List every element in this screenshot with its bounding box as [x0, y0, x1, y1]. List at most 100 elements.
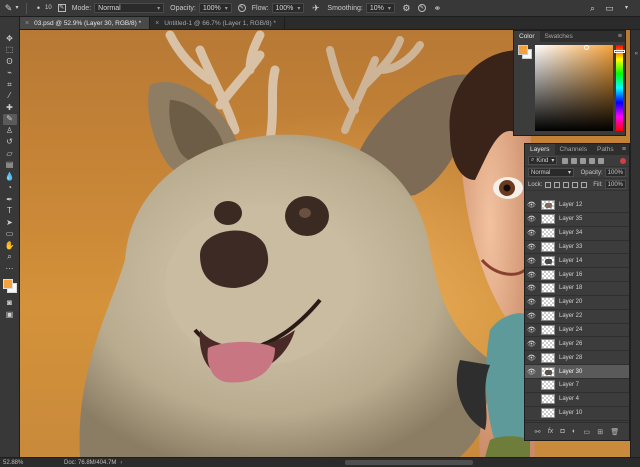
quick-mask-icon[interactable]: ◙	[3, 298, 17, 310]
layer-row[interactable]: 👁 Layer 26	[525, 337, 629, 352]
fx-icon[interactable]: fx	[548, 428, 553, 435]
close-icon[interactable]: ×	[25, 20, 29, 27]
lock-transparency-icon[interactable]	[545, 181, 552, 188]
eraser-icon[interactable]: ▱	[3, 148, 17, 160]
type-icon[interactable]: T	[3, 206, 17, 218]
visibility-eye-icon[interactable]: 👁	[525, 340, 538, 348]
more-tools-icon[interactable]: ⋯	[3, 263, 17, 275]
smoothing-input[interactable]: 10% ▾	[365, 3, 395, 13]
visibility-eye-icon[interactable]: 👁	[525, 284, 538, 292]
trash-icon[interactable]: 🗑	[610, 428, 619, 436]
hue-slider-handle[interactable]	[614, 50, 625, 53]
visibility-eye-icon[interactable]: 👁	[525, 354, 538, 362]
shape-filter-icon[interactable]	[589, 157, 596, 164]
fill-input[interactable]: 100%	[604, 180, 626, 189]
marquee-icon[interactable]: ⬚	[3, 45, 17, 57]
dodge-icon[interactable]: ◔	[3, 183, 17, 195]
zoom-icon[interactable]: ⌕	[3, 252, 17, 264]
color-swatches[interactable]	[2, 278, 18, 294]
tab-color[interactable]: Color	[514, 31, 540, 42]
symmetry-button[interactable]: ⚭	[429, 0, 446, 17]
horizontal-scrollbar[interactable]	[345, 460, 473, 465]
screen-mode-icon[interactable]: ▣	[3, 309, 17, 321]
layer-row[interactable]: 👁 Layer 28	[525, 351, 629, 366]
collapse-panels-icon[interactable]: «	[635, 51, 638, 57]
workspace-icon[interactable]: ▭	[604, 3, 615, 14]
color-cursor[interactable]	[584, 45, 589, 50]
tab-paths[interactable]: Paths	[592, 144, 619, 155]
layer-row[interactable]: 👁 Layer 18	[525, 282, 629, 296]
eyedropper-icon[interactable]: ⁄	[3, 91, 17, 103]
tab-layers[interactable]: Layers	[525, 144, 555, 155]
lock-all-icon[interactable]	[581, 181, 588, 188]
panel-menu-icon[interactable]: ≡	[622, 144, 629, 155]
adjustment-filter-icon[interactable]	[571, 157, 578, 164]
pen-icon[interactable]: ✒	[3, 194, 17, 206]
picker-foreground-swatch[interactable]	[518, 45, 528, 55]
lock-position-icon[interactable]	[563, 181, 570, 188]
pressure-opacity-toggle[interactable]: ✎	[235, 0, 249, 17]
visibility-eye-icon[interactable]: 👁	[525, 257, 538, 265]
brush-icon[interactable]: ✎	[2, 113, 17, 125]
mode-dropdown[interactable]: Normal ▾	[94, 3, 165, 13]
pixel-filter-icon[interactable]	[562, 157, 569, 164]
chevron-right-icon[interactable]: ›	[120, 460, 122, 466]
tab-03-psd[interactable]: × 03.psd @ 52.9% (Layer 30, RGB/8) *	[20, 17, 151, 29]
type-filter-icon[interactable]	[580, 157, 587, 164]
healing-icon[interactable]: ✚	[3, 102, 17, 114]
filter-kind-dropdown[interactable]: ⌕ Kind ▾	[528, 156, 558, 165]
layer-row[interactable]: 👁 Layer 14	[525, 254, 629, 269]
quick-select-icon[interactable]: ⌁	[3, 68, 17, 80]
saturation-value-field[interactable]	[535, 45, 613, 131]
lasso-icon[interactable]: ʘ	[3, 56, 17, 68]
move-icon[interactable]: ✥	[3, 33, 17, 45]
search-icon[interactable]: ⌕	[587, 3, 598, 14]
tab-channels[interactable]: Channels	[555, 144, 592, 155]
stamp-icon[interactable]: ♙	[3, 125, 17, 137]
visibility-eye-icon[interactable]: 👁	[525, 201, 538, 209]
layer-row[interactable]: Layer 7	[525, 379, 629, 393]
layer-opacity-input[interactable]: 100%	[604, 168, 626, 177]
layer-row[interactable]: 👁 Layer 24	[525, 324, 629, 338]
layer-row[interactable]: 👁 Layer 33	[525, 241, 629, 255]
link-layers-icon[interactable]: ⚯	[535, 428, 541, 436]
lock-pixels-icon[interactable]	[554, 181, 561, 188]
tab-untitled-1[interactable]: × Untitled-1 @ 66.7% (Layer 1, RGB/8) *	[150, 17, 285, 29]
visibility-eye-icon[interactable]: 👁	[525, 243, 538, 251]
layer-row[interactable]: 👁 Layer 12	[525, 199, 629, 213]
new-layer-icon[interactable]: ⊞	[597, 428, 603, 436]
blend-mode-dropdown[interactable]: Normal ▾	[528, 168, 574, 177]
layer-row[interactable]: Layer 10	[525, 407, 629, 421]
visibility-eye-icon[interactable]: 👁	[525, 298, 538, 306]
smoothing-options-button[interactable]: ⚙	[398, 0, 415, 17]
layer-row[interactable]: 👁 Layer 20	[525, 296, 629, 310]
layer-row[interactable]: 👁 Layer 35	[525, 213, 629, 227]
new-group-icon[interactable]: ▭	[583, 428, 590, 436]
visibility-eye-icon[interactable]: 👁	[525, 215, 538, 223]
visibility-eye-icon[interactable]: 👁	[525, 368, 538, 376]
lock-artboard-icon[interactable]	[572, 181, 579, 188]
history-brush-icon[interactable]: ↺	[3, 137, 17, 149]
smart-object-filter-icon[interactable]	[598, 157, 605, 164]
visibility-eye-icon[interactable]: 👁	[525, 326, 538, 334]
hue-slider[interactable]	[616, 45, 623, 131]
airbrush-toggle[interactable]: ✈	[307, 0, 324, 17]
hand-icon[interactable]: ✋	[3, 240, 17, 252]
shape-icon[interactable]: ▭	[3, 229, 17, 241]
visibility-eye-icon[interactable]: 👁	[525, 271, 538, 279]
opacity-input[interactable]: 100% ▾	[198, 3, 232, 13]
visibility-eye-icon[interactable]: 👁	[525, 312, 538, 320]
flow-input[interactable]: 100% ▾	[271, 3, 305, 13]
layer-row-selected[interactable]: 👁 Layer 30	[525, 365, 629, 379]
gradient-icon[interactable]: ▤	[3, 160, 17, 172]
zoom-level[interactable]: 52.88%	[0, 460, 36, 466]
blur-icon[interactable]: 💧	[3, 171, 17, 183]
layer-row[interactable]: 👁 Layer 22	[525, 310, 629, 324]
brush-settings-toggle[interactable]: ✎	[55, 0, 69, 17]
layer-row[interactable]: Layer 4	[525, 393, 629, 407]
close-icon[interactable]: ×	[155, 20, 159, 27]
tab-swatches[interactable]: Swatches	[540, 31, 578, 42]
brush-preset-picker[interactable]: • 10	[30, 0, 55, 17]
path-select-icon[interactable]: ➤	[3, 217, 17, 229]
crop-icon[interactable]: ⌗	[3, 79, 17, 91]
